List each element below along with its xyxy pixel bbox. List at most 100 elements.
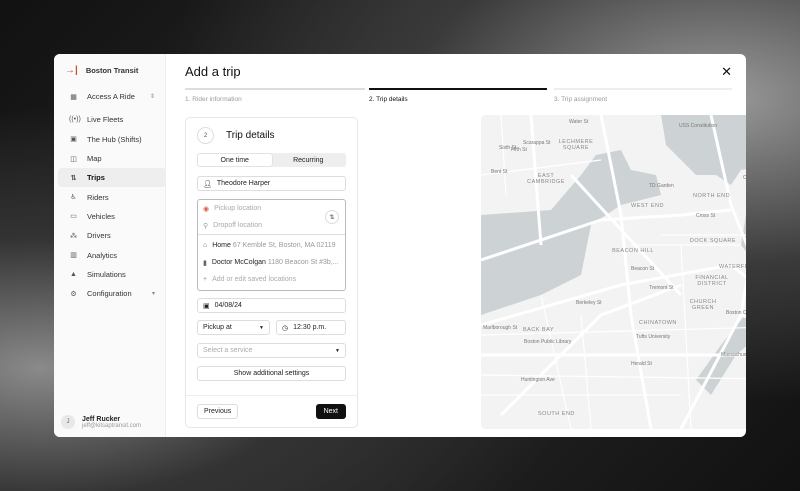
sidebar-item-label: Map: [87, 154, 102, 164]
sidebar-item-analytics[interactable]: ▥ Analytics: [58, 245, 166, 264]
sidebar-item-label: The Hub (Shifts): [87, 134, 142, 144]
caret-down-icon: ▼: [335, 347, 340, 354]
sidebar-item-label: Drivers: [87, 231, 111, 241]
sidebar-item-label: Configuration: [87, 289, 132, 299]
card-title: Trip details: [226, 130, 275, 141]
map-label: Tufts University: [636, 334, 671, 340]
one-time-tab[interactable]: One time: [198, 154, 272, 166]
chevron-updown-icon: ⇕: [149, 94, 155, 101]
brand: →| Boston Transit: [54, 54, 165, 87]
sidebar-item-simulations[interactable]: ▲ Simulations: [58, 265, 166, 284]
map-label: CHURCH GREEN: [689, 299, 717, 311]
sidebar-item-the-hub-shifts[interactable]: ▣ The Hub (Shifts): [58, 130, 166, 149]
dropoff-placeholder: Dropoff location: [213, 222, 263, 229]
grid-icon: ▦: [70, 93, 77, 101]
map-label: Beacon St: [631, 266, 655, 272]
step-label: 3. Trip assignment: [554, 96, 608, 103]
avatar: J: [61, 415, 75, 429]
clock-icon: ◷: [282, 324, 289, 332]
broadcast-icon: ((•)): [69, 116, 81, 124]
map-label: FINANCIAL DISTRICT: [695, 275, 729, 287]
user-name: Jeff Rucker: [82, 415, 121, 423]
map-label: LECHMERE SQUARE: [558, 139, 594, 151]
sidebar-item-live-fleets[interactable]: ((•)) Live Fleets: [58, 110, 166, 129]
org-name: Access A Ride: [87, 92, 135, 102]
map-label: Scarappa St: [523, 140, 551, 146]
drivers-icon: ⁂: [70, 232, 77, 240]
show-additional-settings-button[interactable]: Show additional settings: [197, 366, 346, 381]
map-label: EAST CAMBRIDGE: [527, 173, 565, 185]
step-label: 1. Rider information: [185, 96, 242, 103]
saved-address: 1180 Beacon St #3b,...: [267, 259, 339, 266]
map-label: Herald St: [631, 361, 652, 367]
sidebar-item-label: Riders: [87, 192, 109, 202]
map-label: BACK BAY: [523, 327, 555, 333]
map-label: Boston Public Library: [524, 339, 572, 345]
org-switcher[interactable]: ▦ Access A Ride ⇕: [58, 87, 166, 106]
arrow-into-bar-icon: →|: [65, 65, 78, 76]
map-label: USS Constitution: [679, 123, 718, 129]
time-field[interactable]: ◷ 12:30 p.m.: [276, 320, 346, 335]
sidebar-item-vehicles[interactable]: ▭ Vehicles: [58, 207, 166, 226]
time-mode-value: Pickup at: [203, 324, 232, 331]
map-icon: ◫: [70, 155, 77, 163]
date-value: 04/08/24: [214, 302, 242, 309]
pickup-input[interactable]: ◉ Pickup location: [198, 200, 345, 217]
step-trip-assignment: 3. Trip assignment: [554, 88, 732, 106]
saved-location-doctor[interactable]: ▮ Doctor McColgan 1180 Beacon St #3b,...: [198, 254, 345, 271]
chevron-down-icon: ▾: [151, 291, 155, 298]
map-label: Bent St: [491, 169, 508, 175]
map-label: Marlborough St: [483, 325, 518, 331]
map-label: NORTH END: [693, 193, 731, 199]
map-label: Huntington Ave: [521, 377, 555, 383]
sidebar-item-drivers[interactable]: ⁂ Drivers: [58, 226, 166, 245]
gear-icon: ⚙: [70, 290, 77, 298]
sidebar-item-label: Analytics: [87, 250, 118, 260]
map-label: WATERFRONT: [719, 264, 746, 270]
recurring-tab[interactable]: Recurring: [272, 154, 346, 166]
sidebar-item-trips[interactable]: ⇅ Trips: [58, 168, 166, 188]
user-profile[interactable]: J Jeff Rucker jeff@kitsaptransit.com: [61, 415, 141, 429]
saved-location-home[interactable]: ⌂ Home 67 Kemble St, Boston, MA 02119: [198, 237, 345, 254]
caret-down-icon: ▼: [259, 324, 264, 331]
step-trip-details: 2. Trip details: [369, 88, 547, 106]
sidebar-item-label: Vehicles: [87, 211, 115, 221]
modal-content: Add a trip ✕ 1. Rider information 2. Tri…: [166, 54, 746, 437]
close-icon[interactable]: ✕: [721, 64, 732, 80]
map-label: Tremont St: [649, 285, 674, 291]
trip-details-card: 2 Trip details One time Recurring 👤︎ Theodo…: [185, 117, 358, 428]
sidebar-item-map[interactable]: ◫ Map: [58, 149, 166, 168]
rider-field[interactable]: 👤︎ Theodore Harper: [197, 176, 346, 191]
location-pin-icon: ⚲: [203, 222, 209, 230]
rider-value: Theodore Harper: [216, 180, 271, 187]
map-label: CHINATOWN: [639, 320, 677, 326]
previous-button[interactable]: Previous: [197, 404, 239, 419]
map-label: DOCK SQUARE: [689, 238, 737, 244]
sidebar: →| Boston Transit ▦ Access A Ride ⇕ ((•)) Li…: [54, 54, 166, 437]
sidebar-item-label: Simulations: [87, 269, 126, 279]
saved-address: 67 Kemble St, Boston, MA 02119: [232, 242, 336, 249]
swap-locations-icon[interactable]: ⇅: [325, 210, 339, 224]
map-label: Berkeley St: [576, 300, 602, 306]
trip-frequency-toggle: One time Recurring: [197, 153, 346, 167]
time-mode-select[interactable]: Pickup at ▼: [197, 320, 270, 335]
map[interactable]: LECHMERE SQUARE EAST CAMBRIDGE TD Garden NO…: [481, 115, 746, 429]
sidebar-item-configuration[interactable]: ⚙ Configuration ▾: [58, 284, 166, 303]
map-label: BEACON HILL: [612, 248, 654, 254]
sidebar-item-label: Trips: [87, 173, 105, 183]
bar-chart-icon: ▥: [70, 252, 77, 260]
service-placeholder: Select a service: [203, 347, 253, 354]
service-select[interactable]: Select a service ▼: [197, 343, 346, 358]
map-label: Fifth St: [511, 147, 527, 153]
person-icon: 👤︎: [203, 180, 212, 188]
add-saved-location[interactable]: + Add or edit saved locations: [198, 271, 345, 288]
next-button[interactable]: Next: [315, 404, 346, 419]
date-field[interactable]: ▣ 04/08/24: [197, 298, 346, 313]
map-label: Boston Children's Museum: [726, 310, 746, 316]
plus-icon: +: [203, 276, 208, 283]
map-label: Water St: [569, 119, 589, 125]
sidebar-item-riders[interactable]: ♿︎ Riders: [58, 187, 166, 206]
dropoff-input[interactable]: ⚲ Dropoff location: [198, 217, 345, 234]
vehicle-icon: ▭: [70, 213, 77, 221]
add-trip-modal: →| Boston Transit ▦ Access A Ride ⇕ ((•)) Li…: [54, 54, 746, 437]
